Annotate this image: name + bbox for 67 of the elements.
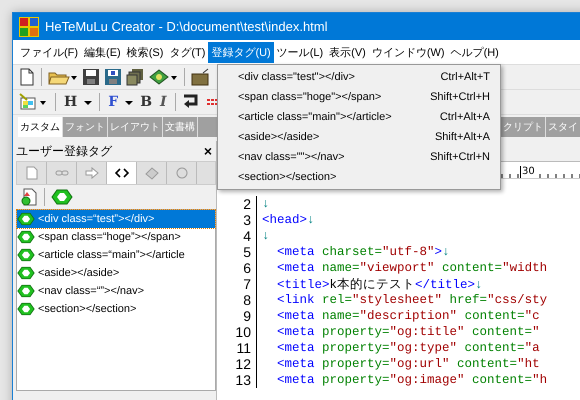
line-number: 6 bbox=[217, 260, 257, 276]
line-number: 12 bbox=[217, 356, 257, 372]
tag-diamond-icon[interactable] bbox=[51, 189, 73, 205]
app-logo-icon bbox=[19, 16, 39, 36]
menu-item[interactable]: ヘルプ(H) bbox=[448, 42, 502, 62]
code-line: <meta name="viewport" content="width bbox=[276, 261, 548, 275]
category-tab[interactable]: カスタム bbox=[18, 117, 63, 137]
code-brackets-icon bbox=[114, 166, 128, 180]
code-line: <meta name="description" content="c bbox=[276, 309, 540, 323]
code-line: <title>k本的にテスト</title>↓ bbox=[276, 276, 483, 292]
new-document-icon[interactable] bbox=[19, 68, 35, 86]
menu-item[interactable]: タグ(T) bbox=[166, 42, 208, 62]
code-line: <head>↓ bbox=[261, 213, 315, 227]
line-number: 7 bbox=[217, 276, 257, 292]
menu-item[interactable]: 登録タグ(U) bbox=[208, 42, 274, 62]
dropdown-item[interactable]: <div class="test"></div> Ctrl+Alt+T bbox=[218, 67, 500, 87]
tag-list-item[interactable]: <div class=“test”></div> bbox=[17, 210, 215, 228]
code-line: <link rel="stylesheet" href="css/sty bbox=[276, 293, 548, 307]
tag-list-item[interactable]: <section></section> bbox=[17, 300, 215, 318]
line-number: 9 bbox=[217, 308, 257, 324]
code-line: <meta property="og:image" content="h bbox=[276, 373, 548, 387]
line-number: 3 bbox=[217, 212, 257, 228]
folder-icon[interactable] bbox=[191, 68, 211, 86]
diamond-icon bbox=[144, 166, 158, 180]
menu-item[interactable]: ウインドウ(W) bbox=[368, 42, 448, 62]
format-button[interactable]: F bbox=[106, 93, 120, 111]
code-line: ↓ bbox=[261, 197, 270, 211]
line-number: 10 bbox=[217, 324, 257, 340]
code-line: <meta charset="utf-8">↓ bbox=[276, 245, 450, 259]
format-button[interactable]: I bbox=[158, 93, 169, 111]
format-button[interactable]: H bbox=[62, 93, 80, 111]
tag-list-item[interactable]: <span class=“hoge”></span> bbox=[17, 228, 215, 246]
dropdown-item[interactable]: <section></section> bbox=[218, 167, 500, 187]
dropdown-item[interactable]: <span class="hoge"></span> Shift+Ctrl+H bbox=[218, 87, 500, 107]
format-button[interactable]: B bbox=[138, 93, 154, 111]
stacked-disks-icon[interactable] bbox=[126, 68, 144, 86]
close-button[interactable]: × bbox=[200, 143, 216, 159]
menu-item[interactable]: ファイル(F) bbox=[17, 42, 82, 62]
ruler-label: 30 bbox=[520, 166, 535, 178]
line-number: 4 bbox=[217, 228, 257, 244]
code-line: ↓ bbox=[261, 229, 270, 243]
code-line: <meta property="og:title" content=" bbox=[276, 325, 540, 339]
arrow-icon bbox=[84, 166, 98, 180]
line-number: 11 bbox=[217, 340, 257, 356]
circle-icon bbox=[174, 166, 188, 180]
menu-item[interactable]: ツール(L) bbox=[274, 42, 326, 62]
line-number: 8 bbox=[217, 292, 257, 308]
dropdown-item[interactable]: <nav class=""></nav> Shift+Ctrl+N bbox=[218, 147, 500, 167]
tag-list-item[interactable]: <article class=“main”></article bbox=[17, 246, 215, 264]
menu-item[interactable]: 表示(V) bbox=[326, 42, 369, 62]
import-document-icon[interactable] bbox=[20, 188, 38, 206]
panel-title: ユーザー登録タグ bbox=[16, 142, 112, 160]
dropdown-item[interactable]: <article class="main"></article> Ctrl+Alt+A bbox=[218, 107, 500, 127]
line-number: 5 bbox=[217, 244, 257, 260]
tag-list-item[interactable]: <nav class=“”></nav> bbox=[17, 282, 215, 300]
color-palette-icon[interactable] bbox=[19, 93, 49, 111]
code-line: <meta property="og:type" content="a bbox=[276, 341, 540, 355]
menu-item[interactable]: 検索(S) bbox=[124, 42, 166, 62]
window-title: HeTeMuLu Creator - D:\document\test\index.html bbox=[45, 19, 328, 34]
page-icon bbox=[26, 166, 38, 180]
tag-list-item[interactable]: <aside></aside> bbox=[17, 264, 215, 282]
line-number: 13 bbox=[217, 372, 257, 388]
menu-item[interactable]: 編集(E) bbox=[81, 42, 124, 62]
dropdown-item[interactable]: <aside></aside> Shift+Alt+A bbox=[218, 127, 500, 147]
line-number: 2 bbox=[217, 196, 257, 212]
icon-tab[interactable] bbox=[107, 162, 137, 184]
code-line: <meta property="og:url" content="ht bbox=[276, 357, 540, 371]
